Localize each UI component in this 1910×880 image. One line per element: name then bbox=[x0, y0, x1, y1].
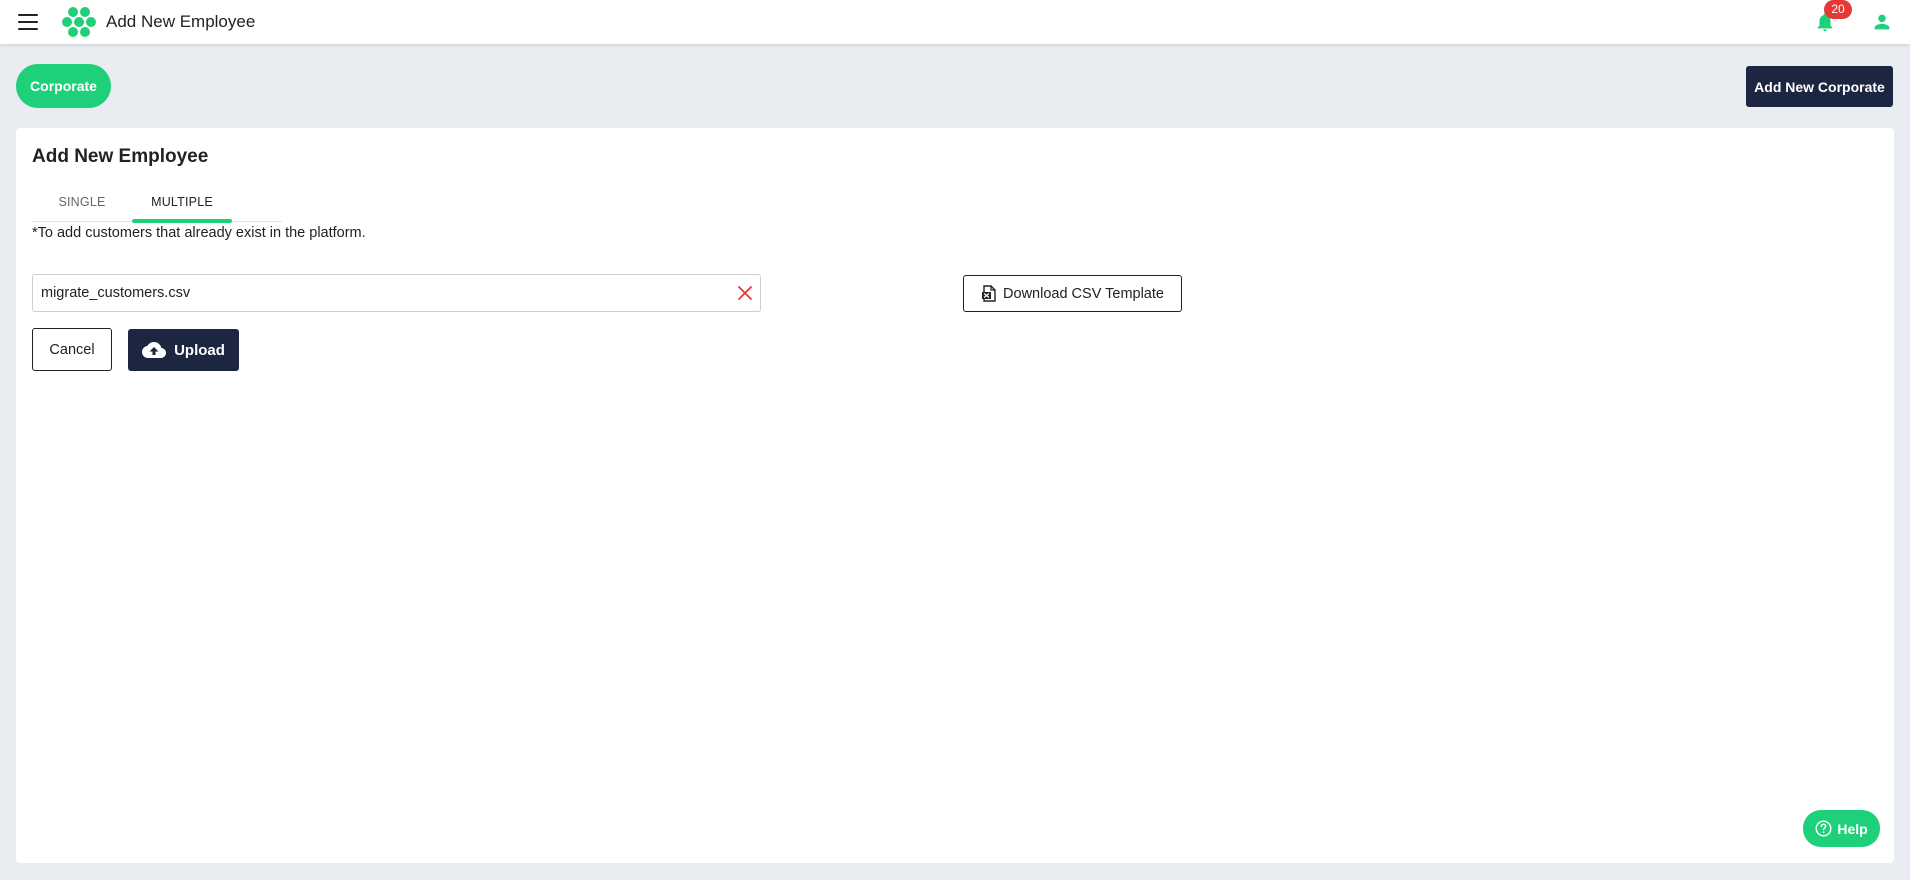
file-input[interactable] bbox=[41, 275, 721, 311]
add-new-corporate-button[interactable]: Add New Corporate bbox=[1746, 66, 1893, 107]
user-icon[interactable] bbox=[1871, 10, 1893, 34]
page-title: Add New Employee bbox=[106, 12, 256, 31]
add-employee-card: Add New Employee SINGLE MULTIPLE *To add… bbox=[16, 128, 1894, 863]
notification-badge: 20 bbox=[1824, 0, 1852, 19]
tab-bar: SINGLE MULTIPLE bbox=[32, 186, 282, 223]
cloud-upload-icon bbox=[142, 342, 167, 358]
help-button[interactable]: Help bbox=[1803, 810, 1880, 847]
menu-icon[interactable] bbox=[18, 14, 38, 30]
cancel-button[interactable]: Cancel bbox=[32, 328, 112, 371]
file-field bbox=[32, 274, 761, 312]
upload-label: Upload bbox=[174, 341, 225, 359]
download-csv-template-button[interactable]: Download CSV Template bbox=[963, 275, 1182, 312]
top-app-bar: Add New Employee 20 bbox=[0, 0, 1910, 44]
corporate-button[interactable]: Corporate bbox=[16, 64, 111, 108]
upload-button[interactable]: Upload bbox=[128, 329, 239, 371]
csv-file-icon bbox=[982, 285, 996, 302]
info-note: *To add customers that already exist in … bbox=[32, 225, 366, 241]
logo-icon bbox=[62, 7, 96, 37]
download-csv-label: Download CSV Template bbox=[1003, 285, 1164, 302]
tab-single[interactable]: SINGLE bbox=[32, 186, 132, 222]
help-label: Help bbox=[1837, 820, 1868, 837]
card-title: Add New Employee bbox=[32, 146, 209, 167]
close-icon[interactable] bbox=[736, 284, 754, 302]
tab-multiple[interactable]: MULTIPLE bbox=[132, 186, 232, 223]
help-circle-icon bbox=[1815, 820, 1832, 837]
